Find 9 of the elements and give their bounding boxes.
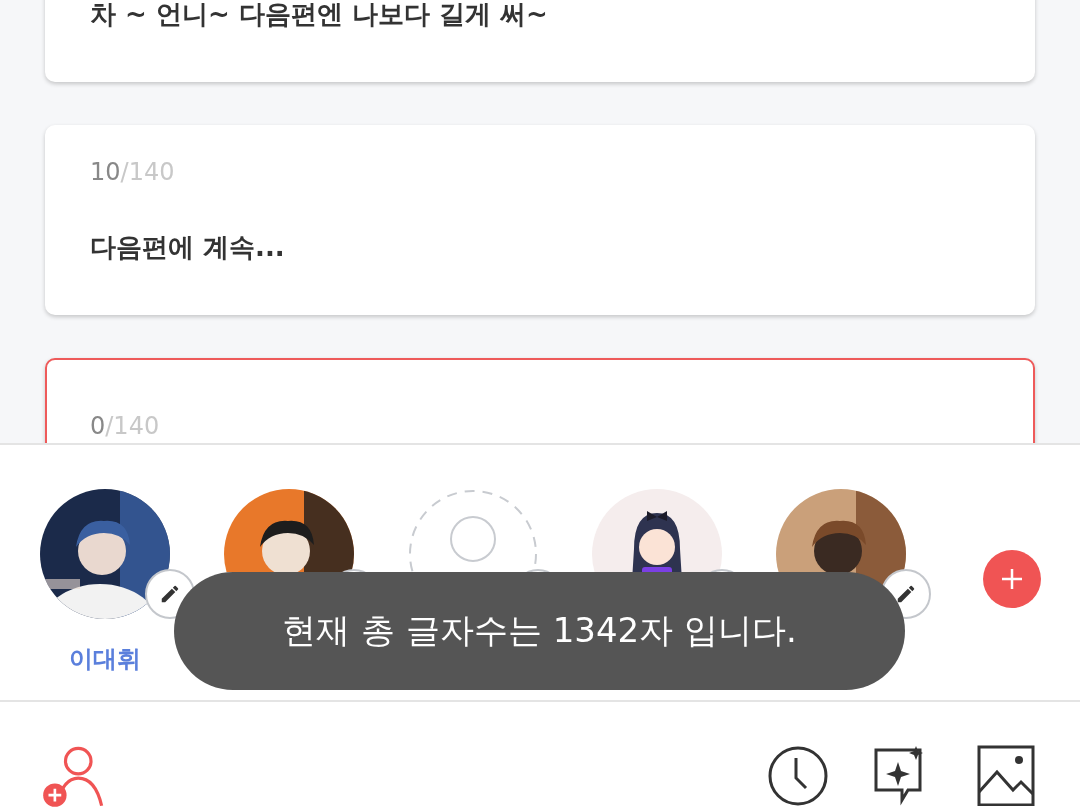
pencil-icon — [895, 583, 917, 605]
count-toast: 현재 총 글자수는 1342자 입니다. — [174, 572, 905, 690]
character-name: 이대휘 — [69, 644, 141, 675]
post-card[interactable]: 차 ~ 언니~ 다음편엔 나보다 길게 써~ — [45, 0, 1035, 82]
add-character-button[interactable] — [983, 550, 1041, 608]
pencil-icon — [159, 583, 181, 605]
avatar-placeholder-icon — [408, 489, 538, 572]
post-text: 차 ~ 언니~ 다음편엔 나보다 길게 써~ — [90, 0, 549, 31]
post-text: 다음편에 계속... — [90, 231, 286, 264]
